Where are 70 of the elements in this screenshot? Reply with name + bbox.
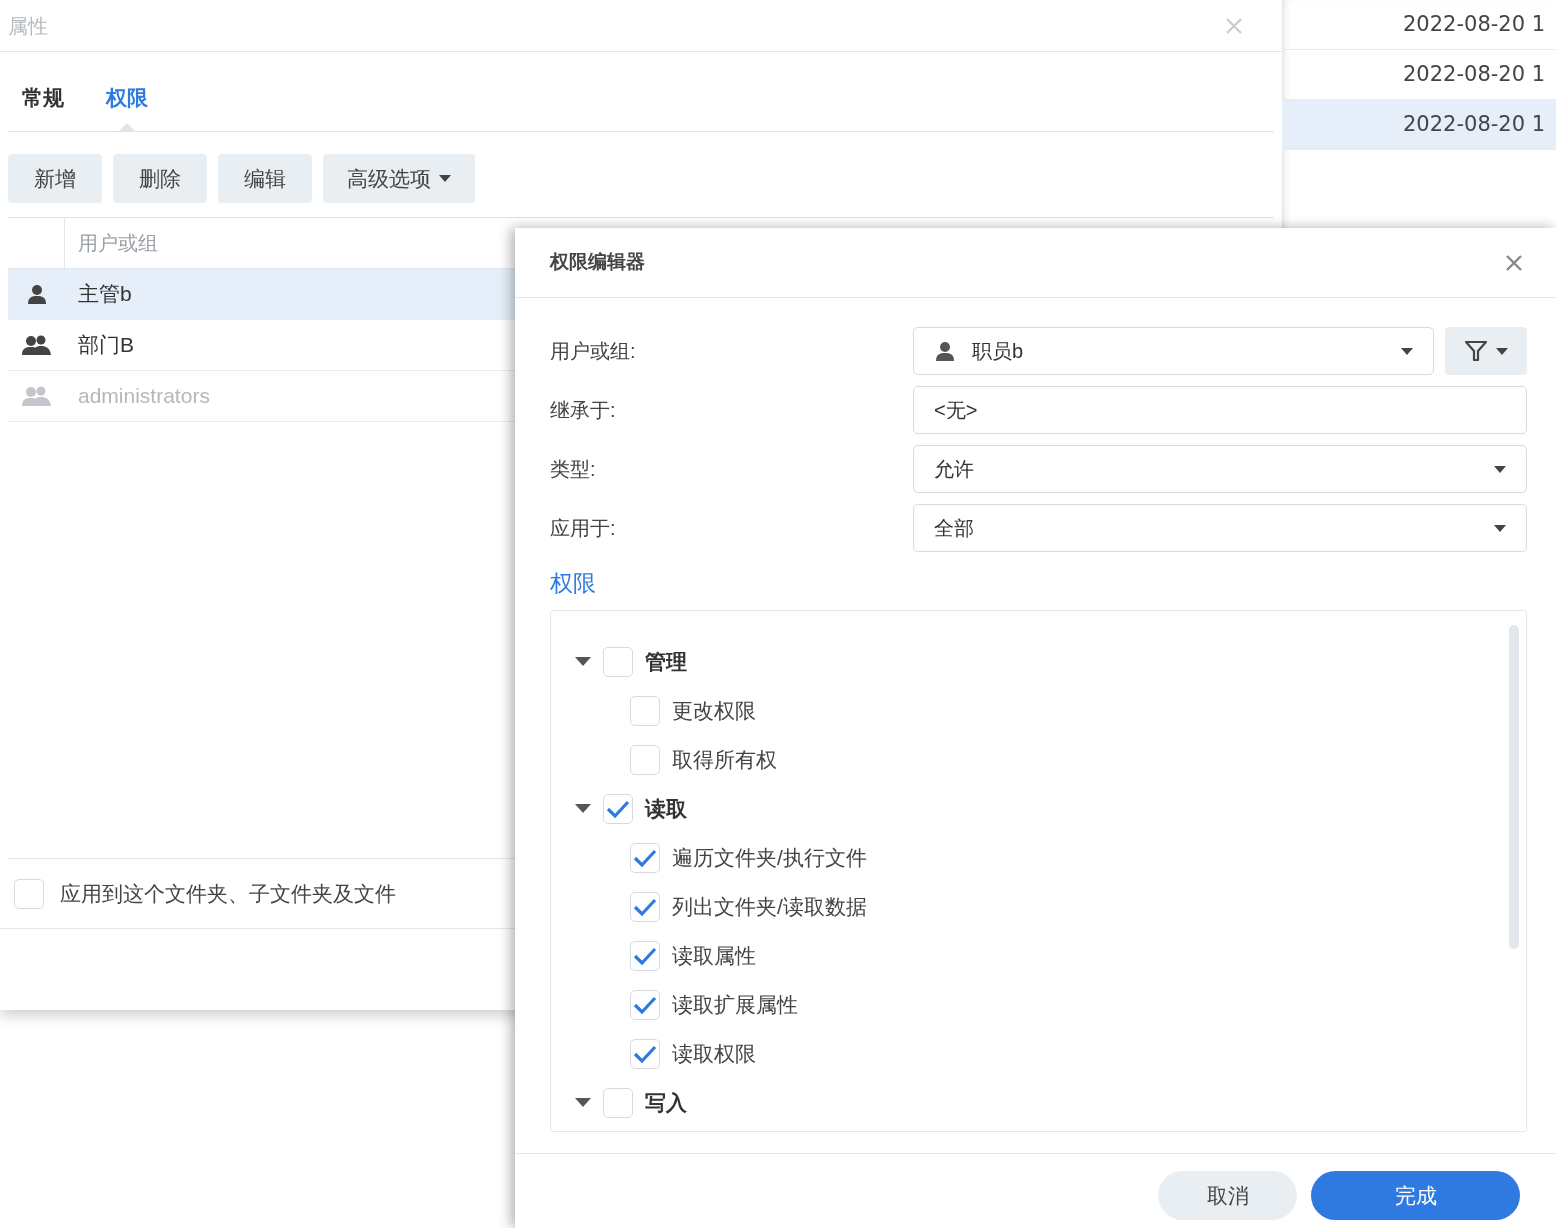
caret-icon [1401,347,1413,355]
permission-label: 读取 [645,795,687,822]
permission-label: 写入 [645,1089,687,1116]
section-title: 权限 [549,569,597,598]
tab[interactable]: 权限 [106,81,148,131]
user-icon [934,340,956,362]
done-button[interactable]: 完成 [1311,1171,1520,1220]
check-icon [633,945,657,966]
checkbox[interactable] [630,891,660,922]
close-icon [1224,15,1244,36]
checkbox-label: 应用到这个文件夹、子文件夹及文件 [60,880,396,907]
filter-icon [1464,339,1488,363]
permission-label: 读取权限 [672,1040,756,1067]
dropdown-field[interactable]: 全部 [913,504,1527,552]
file-row[interactable]: 2022-08-20 1 [1282,100,1556,150]
group-icon [20,385,53,407]
permission-label: 读取扩展属性 [672,991,798,1018]
permission-label: 遍历文件夹/执行文件 [672,844,867,871]
close-icon [1504,252,1524,273]
caret-icon [1494,524,1506,532]
dropdown-field[interactable]: 职员b [913,327,1434,375]
caret-icon [1496,347,1508,355]
field-label: 用户或组: [550,339,637,364]
permission-label: 列出文件夹/读取数据 [672,893,867,920]
date-text: 2022-08-20 1 [1403,110,1546,138]
tab[interactable]: 常规 [22,81,64,131]
permission-label: 管理 [645,648,687,675]
checkbox[interactable] [630,989,660,1020]
dialog-title: 权限编辑器 [550,250,645,275]
checkbox[interactable] [630,695,660,726]
input-field[interactable]: <无> [913,386,1527,434]
permission-label: 取得所有权 [672,746,777,773]
checkbox[interactable] [630,744,660,775]
checkbox[interactable] [630,842,660,873]
scrollbar[interactable] [1509,625,1519,949]
group-icon [20,334,53,356]
check-icon [606,798,630,819]
user-name: 主管b [77,281,132,308]
file-row[interactable]: 2022-08-20 1 [1282,0,1556,50]
toolbar-button[interactable]: 高级选项 [323,154,475,203]
caret-icon [439,175,451,182]
permission-label: 读取属性 [672,942,756,969]
field-label: 应用于: [550,516,617,541]
column-header: 用户或组 [77,231,158,256]
date-text: 2022-08-20 1 [1403,10,1546,38]
field-label: 继承于: [550,398,617,423]
date-text: 2022-08-20 1 [1403,60,1546,88]
toolbar-button[interactable]: 编辑 [218,154,312,203]
user-icon [25,283,48,305]
cancel-button[interactable]: 取消 [1158,1171,1297,1220]
caret-icon [1494,465,1506,473]
toolbar-button[interactable]: 删除 [113,154,207,203]
checkbox[interactable] [630,1038,660,1069]
checkbox[interactable] [14,878,44,909]
user-name: administrators [77,383,210,410]
checkbox[interactable] [630,940,660,971]
checkbox[interactable] [603,1087,633,1118]
checkbox[interactable] [603,646,633,677]
check-icon [633,994,657,1015]
check-icon [633,896,657,917]
field-label: 类型: [550,457,597,482]
permission-label: 更改权限 [672,697,756,724]
dropdown-field[interactable]: 允许 [913,445,1527,493]
check-icon [633,1043,657,1064]
toolbar-button[interactable]: 新增 [8,154,102,203]
user-name: 部门B [77,332,134,359]
checkbox[interactable] [603,793,633,824]
filter-button[interactable] [1445,327,1527,375]
dialog-title: 属性 [8,13,48,39]
check-icon [633,847,657,868]
